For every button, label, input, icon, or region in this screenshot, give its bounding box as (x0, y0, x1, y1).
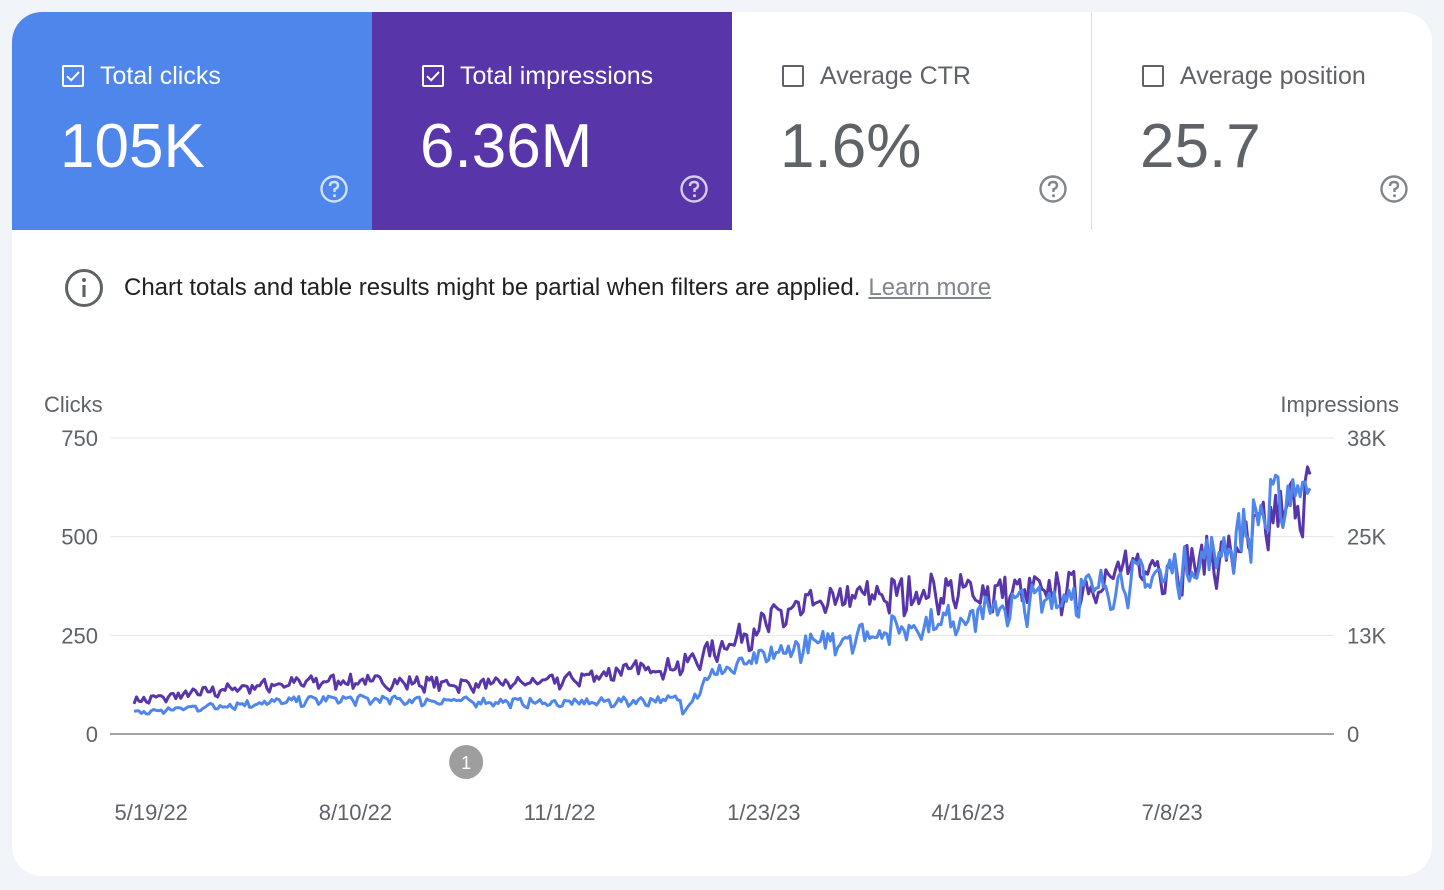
help-circle-icon[interactable] (319, 174, 349, 204)
metric-label: Total impressions (460, 62, 654, 90)
y-right-axis-title: Impressions (1280, 392, 1399, 417)
metric-total-impressions[interactable]: Total impressions 6.36M (372, 12, 732, 230)
metric-total-clicks[interactable]: Total clicks 105K (12, 12, 372, 230)
metric-value: 105K (60, 112, 205, 181)
series-line-clicks (133, 473, 1312, 716)
performance-card: Total clicks 105K Total impressions 6.36… (12, 12, 1432, 876)
x-tick-label: 1/23/23 (727, 800, 800, 825)
metric-label: Average CTR (820, 62, 971, 90)
metric-label: Average position (1180, 62, 1366, 90)
help-circle-icon[interactable] (679, 174, 709, 204)
y-right-tick-label: 25K (1347, 525, 1386, 550)
info-circle-icon (65, 269, 103, 307)
x-tick-label: 8/10/22 (319, 800, 392, 825)
y-left-tick-label: 750 (61, 426, 98, 451)
partial-results-notice: Chart totals and table results might be … (64, 268, 991, 308)
x-tick-label: 4/16/23 (931, 800, 1004, 825)
metric-average-ctr[interactable]: Average CTR 1.6% (732, 12, 1092, 230)
y-left-tick-label: 500 (61, 525, 98, 550)
x-tick-label: 5/19/22 (115, 800, 188, 825)
metric-tabs: Total clicks 105K Total impressions 6.36… (12, 12, 1432, 230)
metric-average-position[interactable]: Average position 25.7 (1092, 12, 1432, 230)
learn-more-link[interactable]: Learn more (868, 274, 991, 302)
annotation-marker (449, 745, 484, 779)
checkbox-icon[interactable] (1142, 65, 1164, 87)
notice-text: Chart totals and table results might be … (124, 274, 861, 301)
y-right-tick-label: 38K (1347, 426, 1386, 451)
x-tick-label: 11/1/22 (524, 800, 596, 825)
y-right-tick-label: 13K (1347, 623, 1386, 648)
checkbox-icon[interactable] (62, 65, 84, 87)
metric-value: 6.36M (420, 112, 593, 181)
metric-label: Total clicks (100, 62, 221, 90)
y-left-tick-label: 0 (86, 722, 98, 747)
help-circle-icon[interactable] (1038, 174, 1068, 204)
y-left-axis-title: Clicks (44, 392, 103, 417)
annotation-marker-label: 1 (461, 753, 471, 773)
checkbox-icon[interactable] (422, 65, 444, 87)
metric-value: 1.6% (780, 112, 922, 181)
y-left-tick-label: 250 (61, 623, 98, 648)
y-right-tick-label: 0 (1347, 722, 1359, 747)
help-circle-icon[interactable] (1379, 174, 1409, 204)
x-tick-label: 7/8/23 (1142, 800, 1203, 825)
checkbox-icon[interactable] (782, 65, 804, 87)
metric-value: 25.7 (1140, 112, 1261, 181)
series-line-impressions (132, 465, 1312, 705)
